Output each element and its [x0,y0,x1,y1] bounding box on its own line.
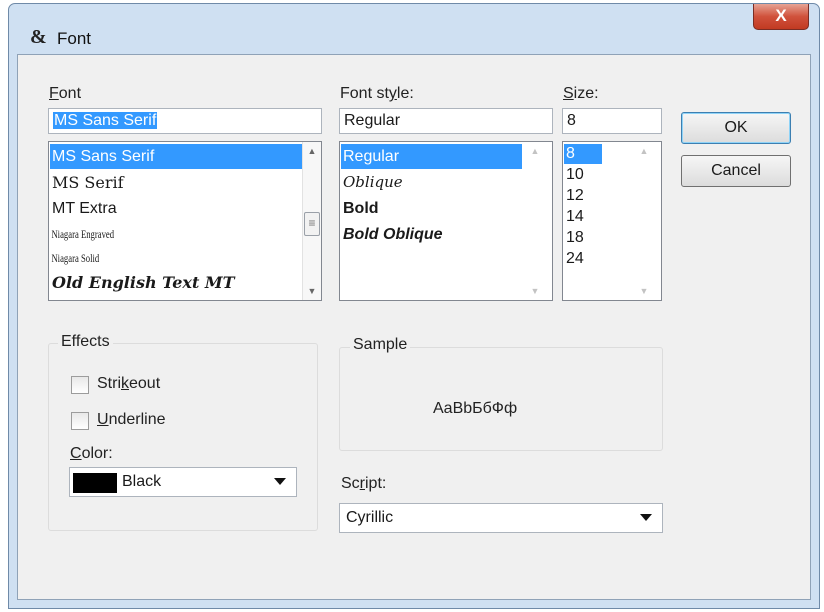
sample-text: AaBbБбФф [433,400,518,417]
chevron-down-icon [274,478,286,485]
size-list-item[interactable]: 24 [564,248,584,269]
size-list-item[interactable]: 14 [564,206,584,227]
font-list-item[interactable]: Niagara Engraved [50,222,114,247]
scroll-thumb[interactable]: ≡ [304,212,320,236]
font-style-list-item[interactable]: Bold Oblique [341,222,443,247]
font-style-list-item[interactable]: Bold [341,196,379,221]
scroll-down-arrow-icon[interactable]: ▼ [303,282,321,300]
color-select[interactable]: Black [69,467,297,497]
color-label: Color: [70,445,113,462]
font-list-item[interactable]: Old English Text MT [50,270,235,295]
size-list-item[interactable]: 12 [564,185,584,206]
scroll-up-arrow-icon: ▲ [530,146,540,156]
font-style-label: Font style: [340,85,414,102]
script-select-value: Cyrillic [346,509,394,526]
size-list-scrollbar: ▲ ▼ [635,142,653,300]
sample-group [339,347,663,451]
font-list-item[interactable]: MS Serif [50,170,124,195]
color-swatch [73,473,117,493]
underline-checkbox[interactable] [71,412,89,430]
font-style-list[interactable]: Regular Oblique Bold Bold Oblique ▲ ▼ [339,141,553,301]
font-dialog-icon: & [30,26,47,46]
strikeout-label[interactable]: Strikeout [97,375,160,393]
font-list[interactable]: MS Sans Serif MS Serif MT Extra Niagara … [48,141,322,301]
strikeout-checkbox[interactable] [71,376,89,394]
size-label: Size: [563,85,599,102]
font-name-input-text: MS Sans Serif [53,112,158,129]
effects-group-label: Effects [58,333,113,351]
scroll-up-arrow-icon: ▲ [639,146,649,156]
size-list-item[interactable]: 10 [564,164,584,185]
font-dialog-window: & Font X Font MS Sans Serif MS Sans Seri… [8,3,820,609]
font-style-list-scrollbar: ▲ ▼ [526,142,544,300]
font-list-item[interactable]: MS Sans Serif [50,144,302,169]
font-list-item[interactable]: MT Extra [50,196,117,221]
size-input[interactable]: 8 [562,108,662,134]
title-bar[interactable]: & Font X [9,4,819,54]
window-title: Font [57,29,92,48]
scroll-down-arrow-icon: ▼ [530,286,540,296]
color-select-value: Black [122,473,162,490]
font-label: Font [49,85,82,102]
font-style-input[interactable]: Regular [339,108,553,134]
scroll-down-arrow-icon: ▼ [639,286,649,296]
svg-text:&: & [30,26,47,46]
close-button[interactable]: X [753,4,809,30]
ok-button[interactable]: OK [681,112,791,144]
font-list-item[interactable]: Niagara Solid [50,246,99,271]
underline-label[interactable]: Underline [97,411,166,429]
dialog-body: Font MS Sans Serif MS Sans Serif MS Seri… [17,54,811,600]
sample-group-label: Sample [350,336,411,354]
script-label: Script: [341,475,387,492]
font-style-list-item[interactable]: Oblique [341,170,403,195]
font-style-list-item[interactable]: Regular [341,144,522,169]
scroll-up-arrow-icon[interactable]: ▲ [303,142,321,160]
close-icon: X [775,6,787,25]
font-name-input[interactable]: MS Sans Serif [48,108,322,134]
size-list-item[interactable]: 8 [564,144,602,164]
effects-group [48,343,318,531]
size-list-item[interactable]: 18 [564,227,584,248]
size-list[interactable]: 8 10 12 14 18 24 ▲ ▼ [562,141,662,301]
chevron-down-icon [640,514,652,521]
cancel-button[interactable]: Cancel [681,155,791,187]
script-select[interactable]: Cyrillic [339,503,663,533]
font-list-scrollbar[interactable]: ▲ ≡ ▼ [302,142,321,300]
